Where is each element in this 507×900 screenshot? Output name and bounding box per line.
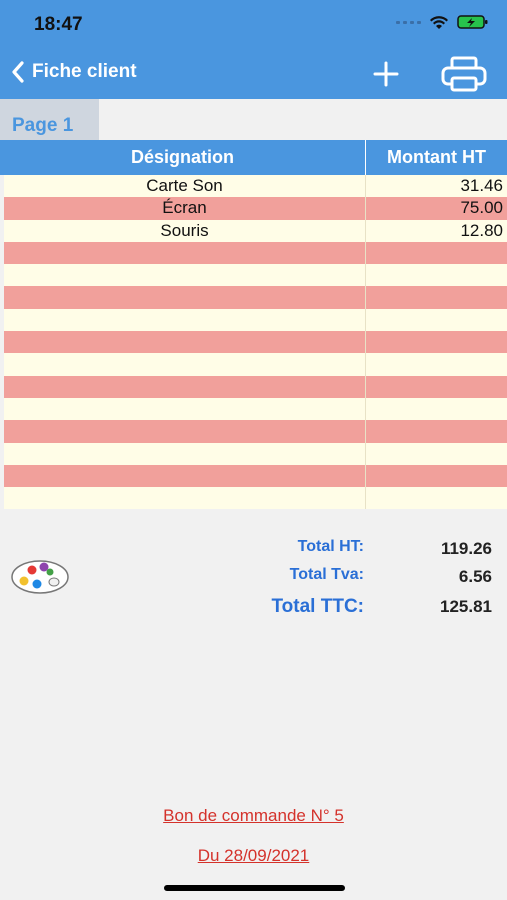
back-button[interactable]: Fiche client [10, 60, 137, 84]
table-row[interactable] [4, 241, 507, 265]
column-header-designation[interactable]: Désignation [0, 140, 366, 175]
status-time: 18:47 [34, 14, 83, 35]
table-row[interactable] [4, 353, 507, 376]
back-chevron-icon [12, 61, 24, 83]
cell-designation [4, 353, 366, 376]
table-row[interactable] [4, 308, 507, 332]
table-row[interactable] [4, 442, 507, 465]
table-header: Désignation Montant HT [0, 140, 507, 175]
cell-designation [4, 264, 366, 287]
back-button-label: Fiche client [32, 61, 137, 82]
table-row[interactable] [4, 264, 507, 287]
table-row[interactable]: Écran 75.00 [4, 197, 507, 220]
cell-montant [366, 309, 507, 331]
signal-icon [396, 20, 421, 24]
cell-designation [4, 286, 366, 309]
cell-designation: Carte Son [4, 175, 366, 198]
table-row[interactable]: Souris 12.80 [4, 219, 507, 242]
cell-designation: Souris [4, 219, 366, 242]
cell-designation [4, 331, 366, 354]
cell-designation [4, 442, 366, 465]
cell-montant: 75.00 [460, 198, 503, 218]
table-row[interactable]: Carte Son 31.46 [4, 175, 507, 198]
cell-montant [366, 376, 507, 398]
cell-montant: 31.46 [460, 176, 503, 195]
table-row[interactable] [4, 375, 507, 398]
total-ht-value: 119.26 [440, 539, 492, 558]
home-indicator[interactable] [164, 885, 345, 891]
total-ht-label: Total HT: [297, 538, 364, 555]
cell-montant [366, 487, 507, 509]
table-row[interactable] [4, 464, 507, 488]
cell-montant [366, 331, 507, 353]
status-icons [396, 14, 489, 30]
printer-icon[interactable] [440, 56, 488, 92]
cell-designation [4, 241, 366, 265]
cell-designation [4, 375, 366, 398]
cell-designation [4, 464, 366, 488]
cell-montant [366, 353, 507, 375]
table-row[interactable] [4, 397, 507, 421]
tab-page-1[interactable]: Page 1 [0, 99, 99, 140]
total-ttc-value: 125.81 [440, 597, 492, 616]
items-table: Carte Son 31.46 Écran 75.00 Souris 12.80 [4, 175, 507, 510]
plus-icon[interactable] [372, 60, 400, 88]
cell-montant [366, 242, 507, 264]
total-tva-value: 6.56 [458, 567, 492, 586]
cell-montant [366, 465, 507, 487]
cell-montant [366, 264, 507, 286]
cell-montant [366, 286, 507, 308]
battery-icon [457, 15, 488, 29]
cell-designation: Écran [4, 197, 366, 220]
cell-designation [4, 397, 366, 421]
total-ttc-label: Total TTC: [271, 596, 364, 617]
cell-montant [366, 398, 507, 420]
column-header-montant[interactable]: Montant HT [366, 140, 507, 175]
total-tva-label: Total Tva: [289, 566, 364, 583]
cell-montant [366, 420, 507, 442]
order-date-link[interactable]: Du 28/09/2021 [0, 846, 507, 866]
cell-montant: 12.80 [460, 220, 503, 240]
table-row[interactable] [4, 487, 507, 510]
order-number-link[interactable]: Bon de commande N° 5 [0, 806, 507, 826]
table-row[interactable] [4, 331, 507, 354]
table-row[interactable] [4, 420, 507, 443]
palette-icon[interactable] [10, 557, 70, 595]
cell-montant [366, 443, 507, 465]
wifi-icon [430, 16, 448, 29]
cell-designation [4, 420, 366, 443]
cell-designation [4, 308, 366, 332]
navigation-header: 18:47 Fiche client [0, 0, 507, 99]
cell-designation [4, 487, 366, 510]
table-row[interactable] [4, 286, 507, 309]
